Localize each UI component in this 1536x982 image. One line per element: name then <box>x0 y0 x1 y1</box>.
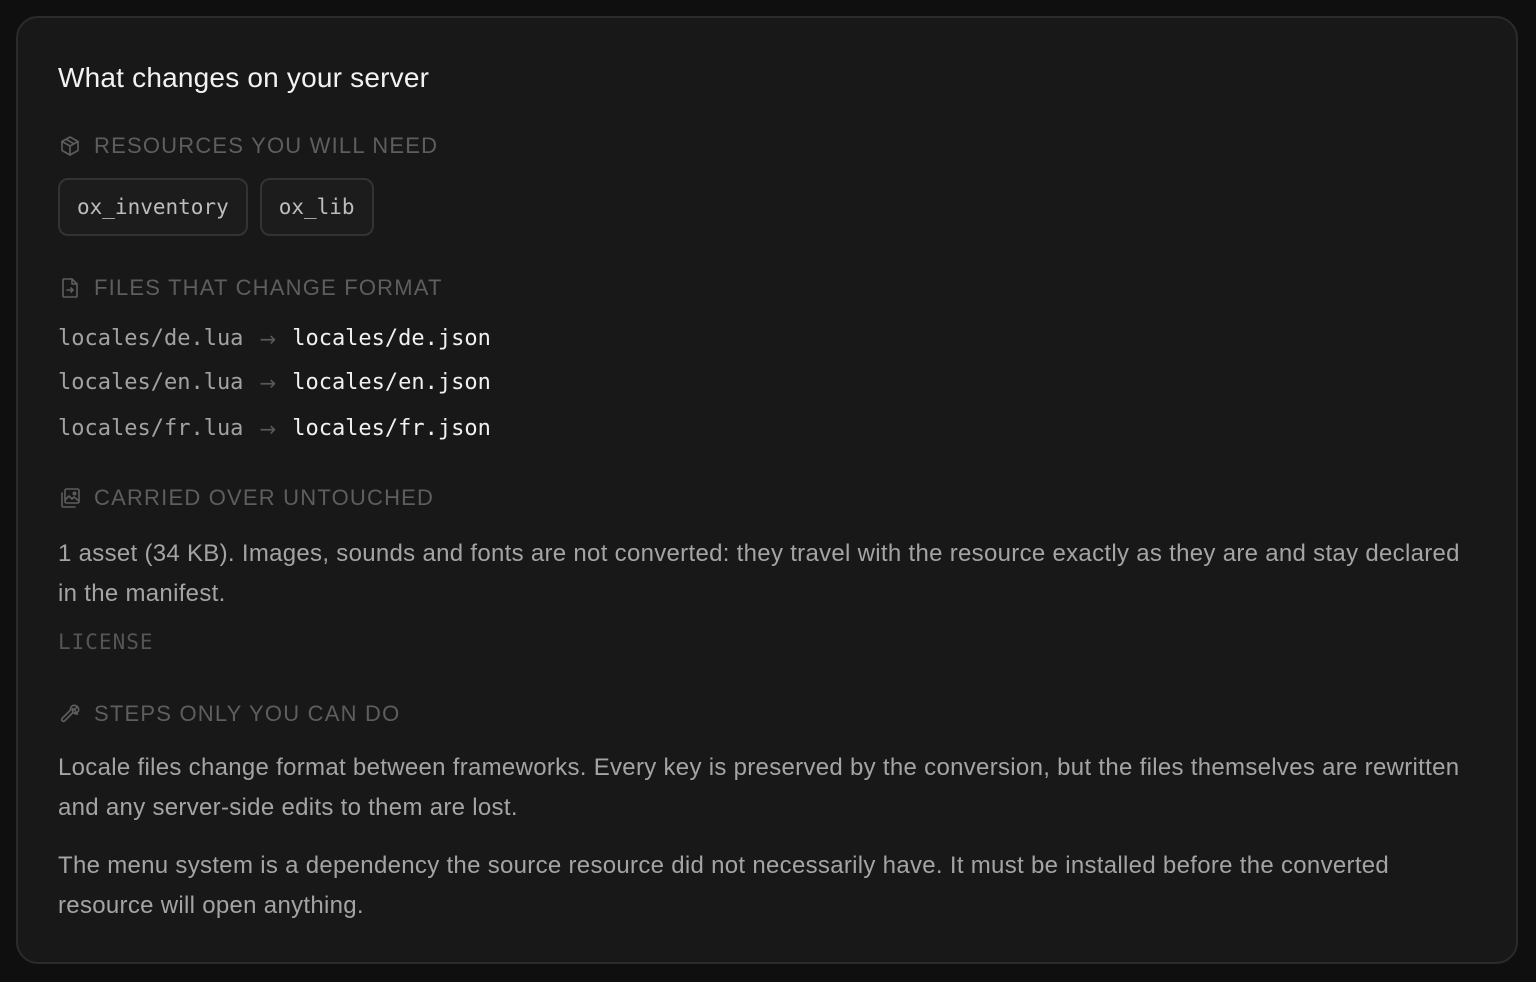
wrench-icon <box>60 704 80 723</box>
file-mapping-row: locales/fr.lua → locales/fr.json <box>58 414 491 444</box>
target-file: locales/fr.json <box>292 416 491 441</box>
resources-heading-label: RESOURCES YOU WILL NEED <box>94 133 439 158</box>
resource-chip[interactable]: ox_inventory <box>58 178 248 236</box>
file-mapping-row: locales/en.lua → locales/en.json <box>58 368 491 398</box>
steps-heading: STEPS ONLY YOU CAN DO <box>58 700 400 728</box>
resource-chip[interactable]: ox_lib <box>259 178 374 236</box>
arrow-right-icon: → <box>259 327 277 351</box>
carried-heading-label: CARRIED OVER UNTOUCHED <box>94 485 435 510</box>
steps-heading-label: STEPS ONLY YOU CAN DO <box>94 701 401 726</box>
target-file: locales/en.json <box>292 370 491 395</box>
source-file: locales/de.lua <box>58 326 244 351</box>
carried-heading: CARRIED OVER UNTOUCHED <box>58 484 434 512</box>
images-icon <box>61 488 80 508</box>
step-paragraph: Locale files change format between frame… <box>58 754 1460 821</box>
step-paragraph: The menu system is a dependency the sour… <box>58 852 1390 919</box>
files-heading: FILES THAT CHANGE FORMAT <box>58 274 443 302</box>
resource-chip-list: ox_inventory ox_lib <box>58 178 374 236</box>
package-icon <box>61 136 79 156</box>
source-file: locales/en.lua <box>58 370 244 395</box>
files-heading-label: FILES THAT CHANGE FORMAT <box>94 275 443 300</box>
file-mapping-row: locales/de.lua → locales/de.json <box>58 324 491 354</box>
resources-heading: RESOURCES YOU WILL NEED <box>58 132 438 160</box>
asset-file-license: LICENSE <box>58 630 154 654</box>
arrow-right-icon: → <box>259 371 277 395</box>
carried-description: 1 asset (34 KB). Images, sounds and font… <box>58 540 1460 607</box>
conversion-summary-card: What changes on your server RESOURCES YO… <box>16 16 1518 964</box>
card-title: What changes on your server <box>58 62 430 93</box>
target-file: locales/de.json <box>292 326 491 351</box>
source-file: locales/fr.lua <box>58 416 244 441</box>
arrow-right-icon: → <box>259 417 277 441</box>
file-convert-icon <box>62 278 78 298</box>
